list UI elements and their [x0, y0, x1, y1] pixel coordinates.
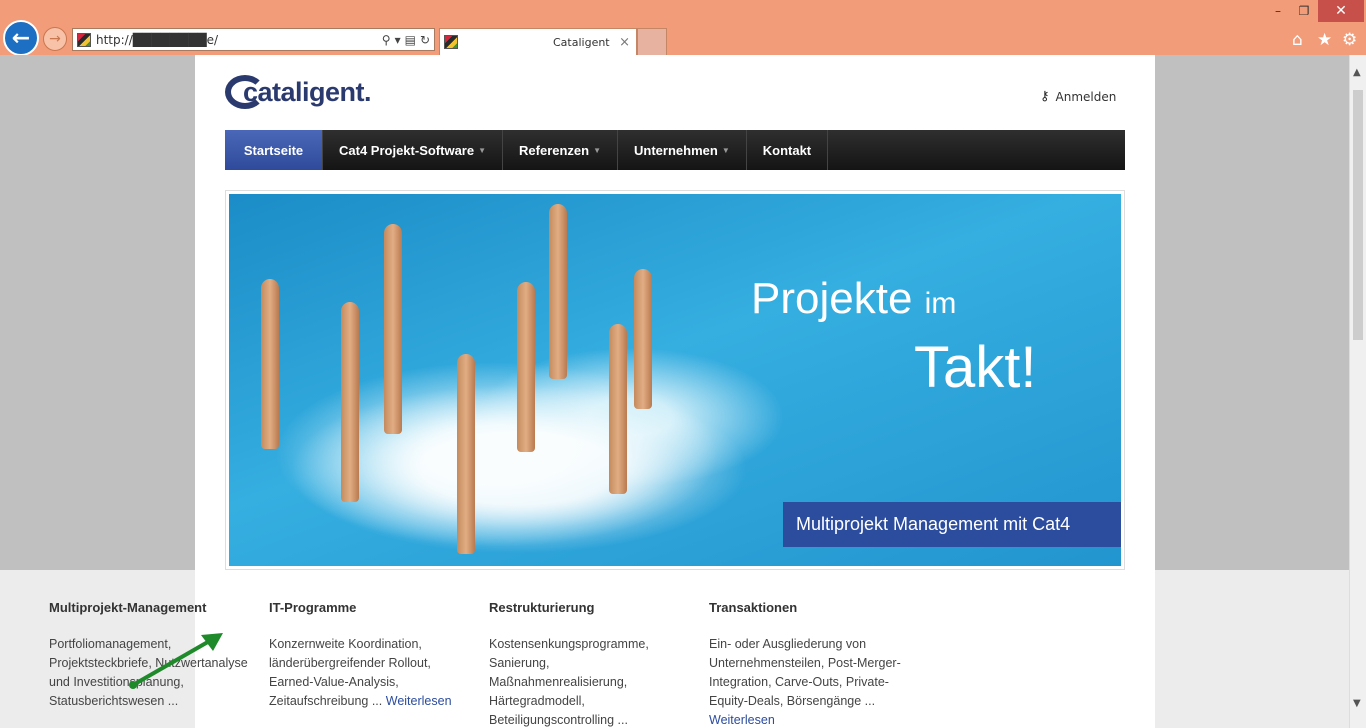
- chevron-down-icon: ▼: [721, 145, 730, 155]
- page-viewport: cataligent. ⚷ Anmelden Startseite Cat4 P…: [0, 55, 1349, 728]
- site-logo[interactable]: cataligent.: [225, 73, 372, 111]
- nav-item-referenzen[interactable]: Referenzen ▼: [503, 130, 619, 170]
- hero-line2: Takt!: [914, 335, 1037, 400]
- column-title: IT-Programme: [269, 600, 357, 615]
- nav-item-cat4[interactable]: Cat4 Projekt-Software ▼: [323, 130, 504, 170]
- feature-column: Transaktionen Ein- oder Ausgliederung vo…: [709, 600, 929, 728]
- nav-label: Startseite: [243, 142, 304, 158]
- swimmer-leg: [609, 324, 627, 494]
- scroll-up-icon[interactable]: ▲: [1353, 67, 1361, 78]
- site-favicon-icon: [77, 32, 91, 47]
- read-more-link[interactable]: Weiterlesen: [709, 713, 775, 727]
- home-icon[interactable]: ⌂: [1292, 30, 1303, 50]
- column-text: Kostensenkungsprogramme, Sanierung, Maßn…: [489, 635, 689, 728]
- swimmer-leg: [549, 204, 567, 379]
- hero-caption-badge[interactable]: Multiprojekt Management mit Cat4: [783, 502, 1121, 547]
- nav-label: Referenzen: [519, 142, 590, 158]
- column-text: Ein- oder Ausgliederung von Unternehmens…: [709, 635, 909, 728]
- feature-column: IT-Programme Konzernweite Koordination, …: [269, 600, 489, 728]
- forward-button[interactable]: →: [43, 27, 67, 51]
- compat-view-icon[interactable]: ▤: [405, 33, 416, 47]
- nav-label: Unternehmen: [634, 142, 718, 158]
- hero-image: Projekte im Takt! Multiprojekt Managemen…: [229, 194, 1121, 566]
- back-button[interactable]: ←: [3, 20, 39, 56]
- hero-slider[interactable]: Projekte im Takt! Multiprojekt Managemen…: [225, 190, 1125, 570]
- column-title: Transaktionen: [709, 600, 798, 615]
- nav-item-unternehmen[interactable]: Unternehmen ▼: [618, 130, 747, 170]
- login-link[interactable]: ⚷ Anmelden: [1040, 89, 1116, 104]
- nav-item-startseite[interactable]: Startseite: [225, 130, 323, 170]
- login-label: Anmelden: [1055, 89, 1117, 104]
- swimmer-leg: [341, 302, 359, 502]
- tab-favicon-icon: [444, 35, 458, 49]
- logo-text: cataligent.: [243, 77, 372, 107]
- feature-column: Restrukturierung Kostensenkungsprogramme…: [489, 600, 709, 728]
- forward-arrow-icon: →: [49, 31, 61, 47]
- tab-close-icon[interactable]: ×: [619, 35, 630, 50]
- read-more-link[interactable]: Weiterlesen: [386, 694, 452, 708]
- browser-tab[interactable]: Cataligent ×: [439, 28, 637, 55]
- minimize-button[interactable]: –: [1265, 0, 1291, 22]
- back-arrow-icon: ←: [11, 25, 31, 51]
- column-body: Ein- oder Ausgliederung von Unternehmens…: [709, 637, 901, 708]
- swimmer-leg: [261, 279, 279, 449]
- column-text: Konzernweite Koordination, länderübergre…: [269, 635, 469, 711]
- new-tab-button[interactable]: [637, 28, 667, 55]
- tab-title: Cataligent: [553, 35, 610, 49]
- annotation-arrow-icon: [129, 633, 223, 689]
- scroll-down-icon[interactable]: ▼: [1353, 698, 1361, 709]
- browser-chrome: ← → http://████████e/ ⚲ ▾ ▤ ↻ Cataligent…: [0, 0, 1366, 56]
- main-nav: Startseite Cat4 Projekt-Software ▼ Refere…: [225, 130, 1125, 170]
- dropdown-icon[interactable]: ▾: [395, 33, 401, 47]
- star-icon[interactable]: ★: [1317, 30, 1332, 50]
- chevron-down-icon: ▼: [478, 145, 487, 155]
- key-icon: ⚷: [1040, 89, 1050, 104]
- address-bar-tools: ⚲ ▾ ▤ ↻: [382, 33, 430, 47]
- chevron-down-icon: ▼: [593, 145, 602, 155]
- refresh-icon[interactable]: ↻: [420, 33, 430, 47]
- swimmer-leg: [634, 269, 652, 409]
- column-body: Kostensenkungsprogramme, Sanierung, Maßn…: [489, 637, 649, 727]
- scroll-thumb[interactable]: [1353, 90, 1363, 340]
- swimmer-leg: [384, 224, 402, 434]
- hero-line1-small: im: [924, 287, 957, 320]
- url-text[interactable]: http://████████e/: [96, 33, 382, 47]
- column-title: Multiprojekt-Management: [49, 600, 207, 615]
- search-icon[interactable]: ⚲: [382, 33, 391, 47]
- hero-line1-text: Projekte: [751, 274, 913, 323]
- swimmer-leg: [517, 282, 535, 452]
- close-window-button[interactable]: ✕: [1318, 0, 1364, 22]
- hero-line1: Projekte im: [751, 274, 956, 324]
- maximize-button[interactable]: ❐: [1291, 0, 1317, 22]
- gear-icon[interactable]: ⚙: [1342, 30, 1357, 50]
- nav-label: Kontakt: [762, 142, 812, 158]
- address-bar[interactable]: http://████████e/ ⚲ ▾ ▤ ↻: [72, 28, 435, 51]
- hero-headline: Projekte im Takt!: [751, 274, 1037, 400]
- nav-item-kontakt[interactable]: Kontakt: [747, 130, 829, 170]
- swimmer-leg: [457, 354, 475, 554]
- column-title: Restrukturierung: [489, 600, 595, 615]
- nav-label: Cat4 Projekt-Software: [339, 142, 475, 158]
- vertical-scrollbar[interactable]: ▲ ▼: [1349, 55, 1366, 728]
